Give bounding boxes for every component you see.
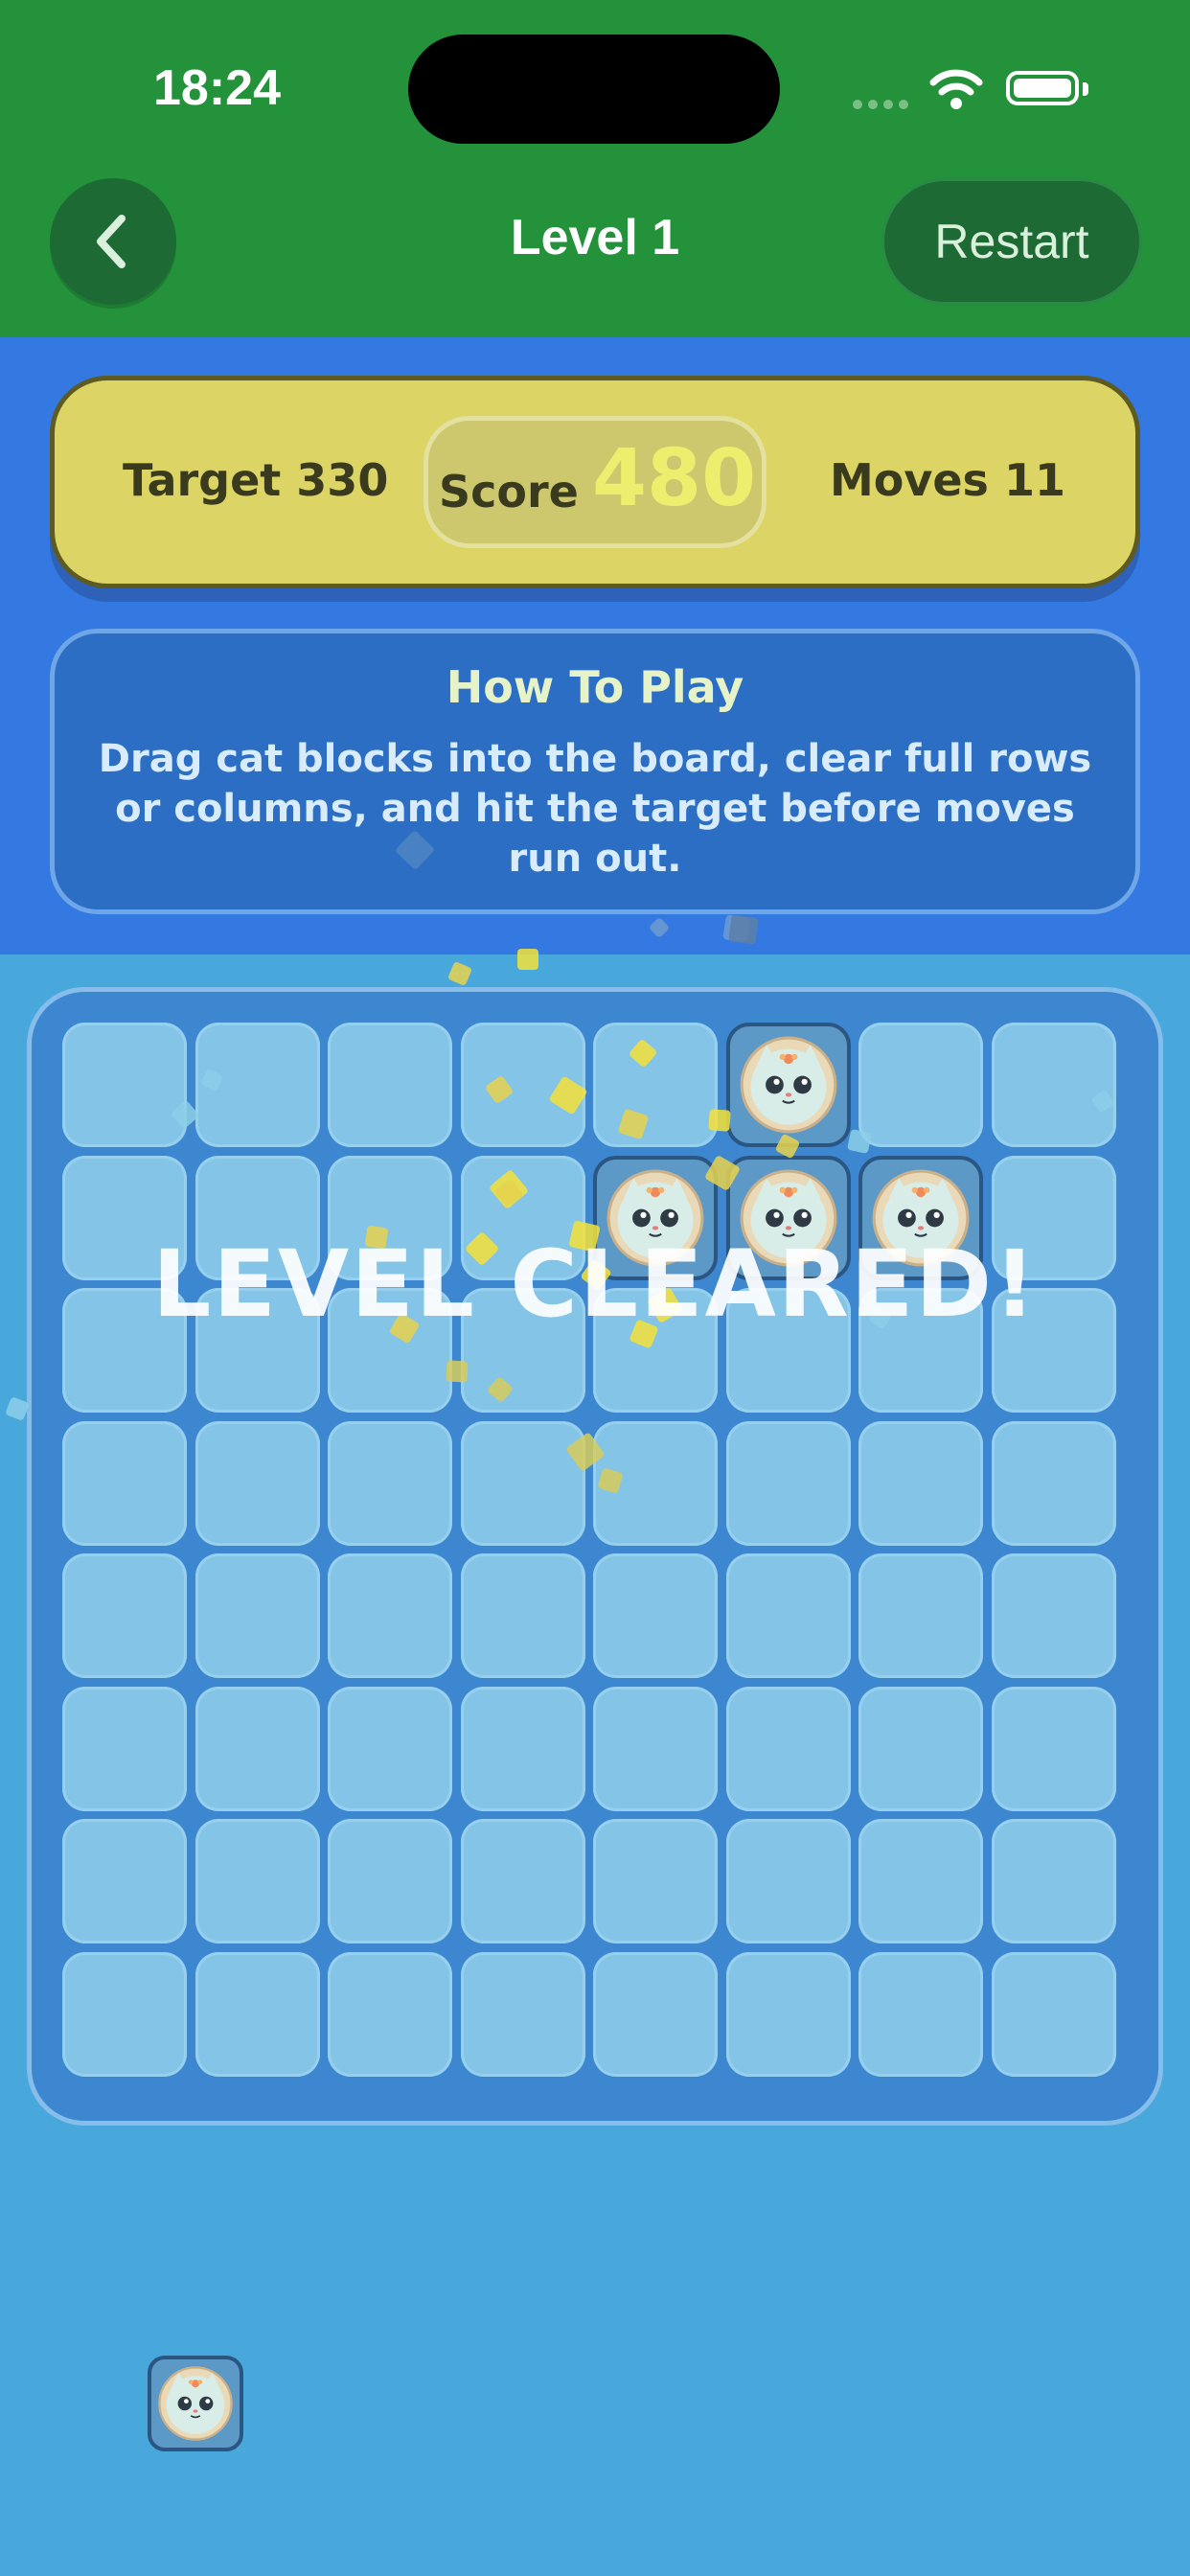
board-cell-empty[interactable] <box>593 1819 718 1944</box>
board-cell-empty[interactable] <box>725 1420 851 1546</box>
board-cell-empty[interactable] <box>195 1686 320 1811</box>
score-label: Score <box>439 466 579 518</box>
board-cell-empty[interactable] <box>991 1819 1116 1944</box>
board-cell-empty[interactable] <box>460 1553 585 1678</box>
board-cell-empty[interactable] <box>195 1553 320 1678</box>
board-cell-empty[interactable] <box>460 1951 585 2077</box>
board-cell-empty[interactable] <box>991 1951 1116 2077</box>
board-cell-empty[interactable] <box>195 1420 320 1546</box>
restart-button[interactable]: Restart <box>881 178 1142 305</box>
board-cell-empty[interactable] <box>858 1023 983 1147</box>
dynamic-island <box>408 34 780 144</box>
board-cell-empty[interactable] <box>858 1553 983 1678</box>
level-title: Level 1 <box>510 210 680 265</box>
board-cell-empty[interactable] <box>62 1023 187 1147</box>
target-label: Target 330 <box>123 454 389 506</box>
board-cell-empty[interactable] <box>328 1420 452 1546</box>
board-cell-cat[interactable] <box>725 1023 851 1147</box>
board-cell-empty[interactable] <box>195 1951 320 2077</box>
signal-dot-icon <box>868 100 878 109</box>
confetti-particle <box>708 1109 731 1132</box>
signal-dot-icon <box>899 100 908 109</box>
board-cell-empty[interactable] <box>725 1553 851 1678</box>
board-cell-empty[interactable] <box>725 1819 851 1944</box>
cat-face-icon <box>740 1036 836 1134</box>
board-cell-empty[interactable] <box>460 1420 585 1546</box>
cat-face-icon <box>158 2366 233 2441</box>
signal-dot-icon <box>883 100 893 109</box>
board-cell-empty[interactable] <box>593 1023 718 1147</box>
board-cell-empty[interactable] <box>991 1420 1116 1546</box>
score-value: 480 <box>592 433 757 524</box>
moves-label: Moves 11 <box>830 454 1065 506</box>
board-cell-empty[interactable] <box>62 1686 187 1811</box>
battery-icon <box>1006 71 1079 105</box>
board-cell-empty[interactable] <box>858 1951 983 2077</box>
confetti-particle <box>517 949 538 970</box>
board-cell-empty[interactable] <box>593 1686 718 1811</box>
board-cell-empty[interactable] <box>460 1819 585 1944</box>
board-cell-empty[interactable] <box>62 1951 187 2077</box>
how-to-play-body: Drag cat blocks into the board, clear fu… <box>98 737 1092 881</box>
board-cell-empty[interactable] <box>62 1553 187 1678</box>
board-cell-empty[interactable] <box>725 1951 851 2077</box>
confetti-particle <box>846 1128 873 1155</box>
chevron-left-icon <box>97 215 126 268</box>
board-cell-empty[interactable] <box>593 1951 718 2077</box>
level-cleared-banner: LEVEL CLEARED! <box>152 1230 1038 1338</box>
board-cell-empty[interactable] <box>858 1686 983 1811</box>
status-icons <box>853 67 1102 111</box>
board-cell-empty[interactable] <box>858 1420 983 1546</box>
board-cell-empty[interactable] <box>328 1023 452 1147</box>
back-button[interactable] <box>50 178 176 305</box>
confetti-particle <box>728 914 759 945</box>
board-cell-empty[interactable] <box>593 1553 718 1678</box>
board-cell-empty[interactable] <box>858 1819 983 1944</box>
confetti-particle <box>446 1360 469 1383</box>
board-cell-empty[interactable] <box>328 1819 452 1944</box>
board-cell-empty[interactable] <box>460 1686 585 1811</box>
board-cell-empty[interactable] <box>195 1819 320 1944</box>
board-cell-empty[interactable] <box>62 1420 187 1546</box>
confetti-particle <box>446 960 473 987</box>
board-cell-empty[interactable] <box>991 1686 1116 1811</box>
signal-dot-icon <box>853 100 862 109</box>
board-cell-empty[interactable] <box>725 1686 851 1811</box>
status-time: 18:24 <box>153 60 281 116</box>
how-to-play-title: How To Play <box>446 661 744 713</box>
board-cell-empty[interactable] <box>991 1023 1116 1147</box>
board-cell-empty[interactable] <box>328 1686 452 1811</box>
tray-piece-single-cat[interactable] <box>148 2356 243 2451</box>
board-cell-empty[interactable] <box>991 1553 1116 1678</box>
game-board[interactable] <box>27 987 1163 2126</box>
board-cell-empty[interactable] <box>62 1819 187 1944</box>
board-cell-empty[interactable] <box>328 1553 452 1678</box>
board-cell-empty[interactable] <box>328 1951 452 2077</box>
wifi-icon <box>929 69 983 109</box>
